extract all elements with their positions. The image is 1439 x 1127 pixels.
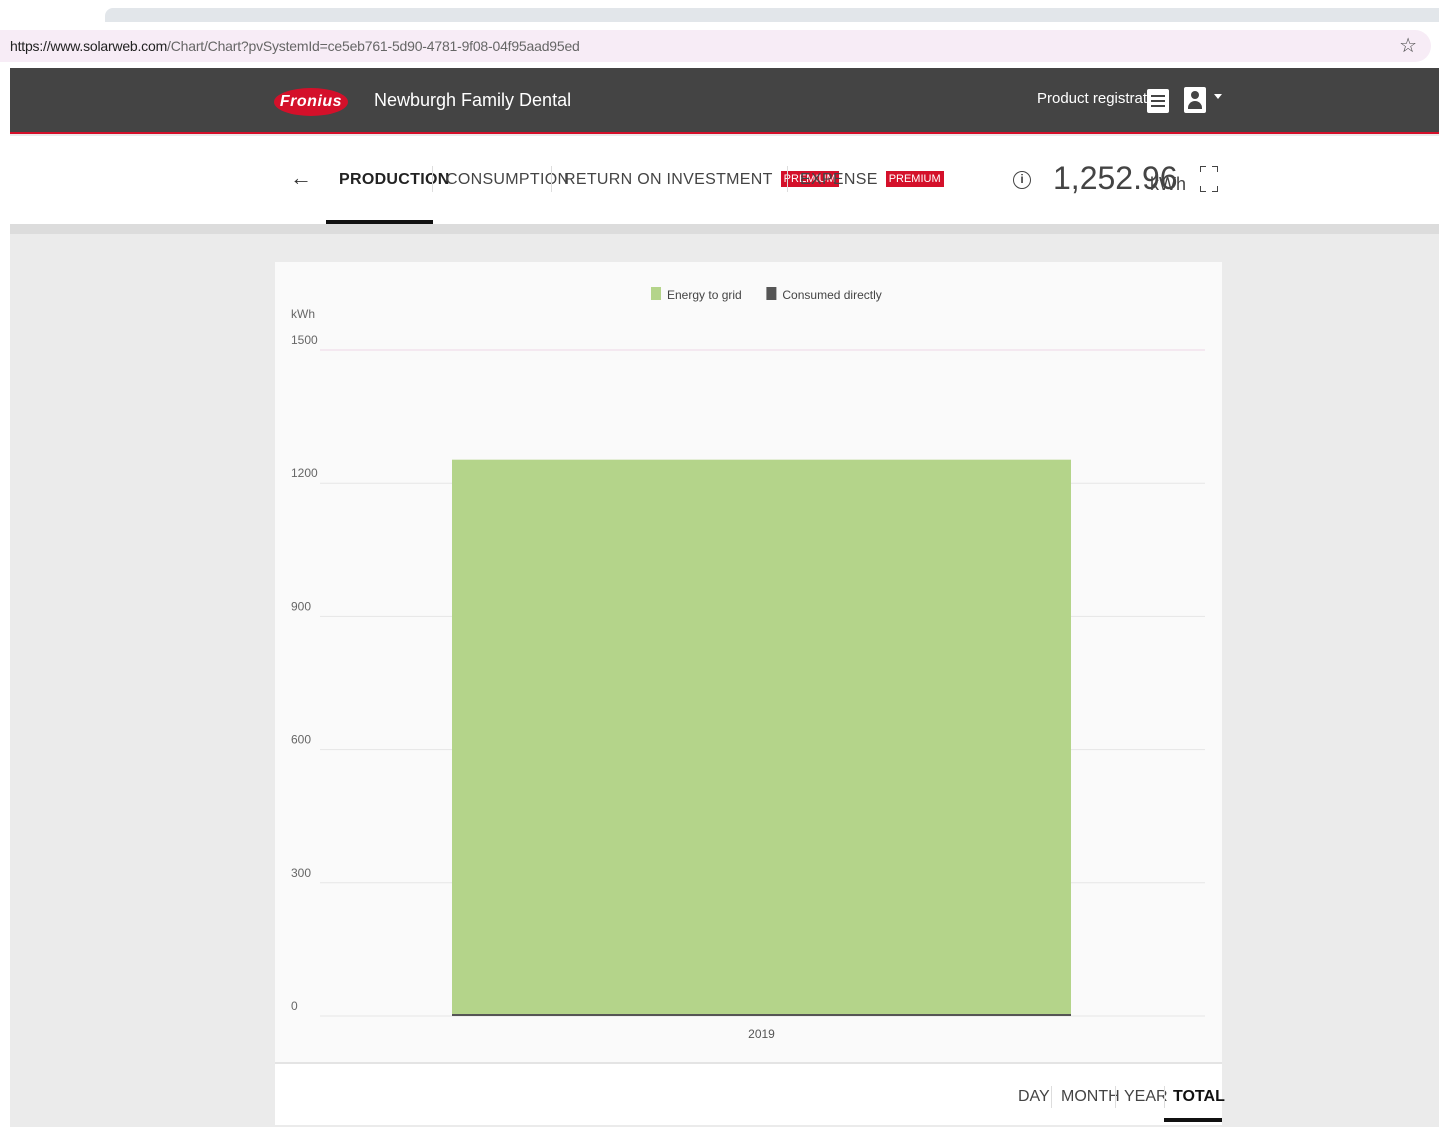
tab-bar-shadow [10, 224, 1439, 234]
y-tick-label: 1500 [291, 333, 318, 347]
tab-return-on-investment[interactable]: RETURN ON INVESTMENT PREMIUM [564, 171, 839, 189]
premium-badge: PREMIUM [885, 171, 944, 187]
tab-divider [787, 166, 788, 192]
fullscreen-icon[interactable] [1200, 166, 1218, 192]
range-month[interactable]: MONTH [1061, 1088, 1120, 1106]
legend-swatch [766, 287, 777, 300]
browser-address-bar: https://www.solarweb.com/Chart/Chart?pvS… [0, 24, 1439, 68]
x-tick-label: 2019 [748, 1027, 775, 1041]
legend-swatch [651, 287, 661, 300]
app-root: Fronius Newburgh Family Dental Product r… [10, 68, 1439, 1127]
range-divider [1115, 1086, 1116, 1108]
range-day[interactable]: DAY [1018, 1088, 1050, 1106]
bar-baseline-segment [452, 1014, 1071, 1016]
tab-label: RETURN ON INVESTMENT [564, 171, 773, 188]
url-host: https://www.solarweb.com [10, 38, 168, 54]
range-divider [1164, 1086, 1165, 1108]
time-range-bar: DAY MONTH YEAR TOTAL [275, 1062, 1225, 1125]
browser-tab-strip [105, 8, 1439, 22]
url-field[interactable]: https://www.solarweb.com/Chart/Chart?pvS… [0, 30, 1431, 62]
site-name: Newburgh Family Dental [374, 90, 572, 110]
total-energy-unit: kWh [1150, 174, 1186, 194]
chart-card: 0 300 600 900 1200 1500 kWh Energy to grid Consu… [275, 262, 1222, 1062]
range-total[interactable]: TOTAL [1173, 1088, 1225, 1106]
y-tick-label: 1200 [291, 466, 318, 480]
url-text[interactable]: https://www.solarweb.com/Chart/Chart?pvS… [10, 38, 580, 54]
y-axis-label: kWh [291, 307, 315, 321]
legend-label: Energy to grid [667, 288, 742, 302]
user-account-icon[interactable] [1184, 87, 1206, 113]
range-divider [1051, 1086, 1052, 1108]
tab-divider [551, 166, 552, 192]
y-tick-label: 600 [291, 733, 311, 747]
y-tick-label: 300 [291, 866, 311, 880]
chevron-down-icon[interactable] [1214, 94, 1222, 99]
app-header: Fronius Newburgh Family Dental Product r… [10, 68, 1439, 134]
tab-divider [432, 166, 433, 192]
production-chart: 0 300 600 900 1200 1500 kWh Energy to grid Consu… [291, 287, 1205, 1041]
y-tick-label: 0 [291, 999, 298, 1013]
y-tick-label: 900 [291, 599, 311, 613]
fronius-logo[interactable]: Fronius [274, 88, 348, 116]
product-registration-icon[interactable] [1147, 89, 1169, 113]
info-icon[interactable]: i [1013, 171, 1031, 189]
back-arrow-icon[interactable]: ← [290, 167, 312, 189]
active-range-indicator [1164, 1118, 1222, 1122]
chart-tab-bar: ← PRODUCTION CONSUMPTION RETURN ON INVES… [10, 136, 1439, 224]
legend-label: Consumed directly [782, 288, 881, 302]
url-path: /Chart/Chart?pvSystemId=ce5eb761-5d90-47… [167, 38, 580, 54]
tab-expense[interactable]: EXPENSE PREMIUM [800, 171, 944, 189]
bookmark-star-icon[interactable]: ☆ [1399, 34, 1417, 58]
range-year[interactable]: YEAR [1124, 1088, 1168, 1106]
bar-segment [452, 459, 1071, 1016]
tab-label: EXPENSE [800, 171, 878, 188]
